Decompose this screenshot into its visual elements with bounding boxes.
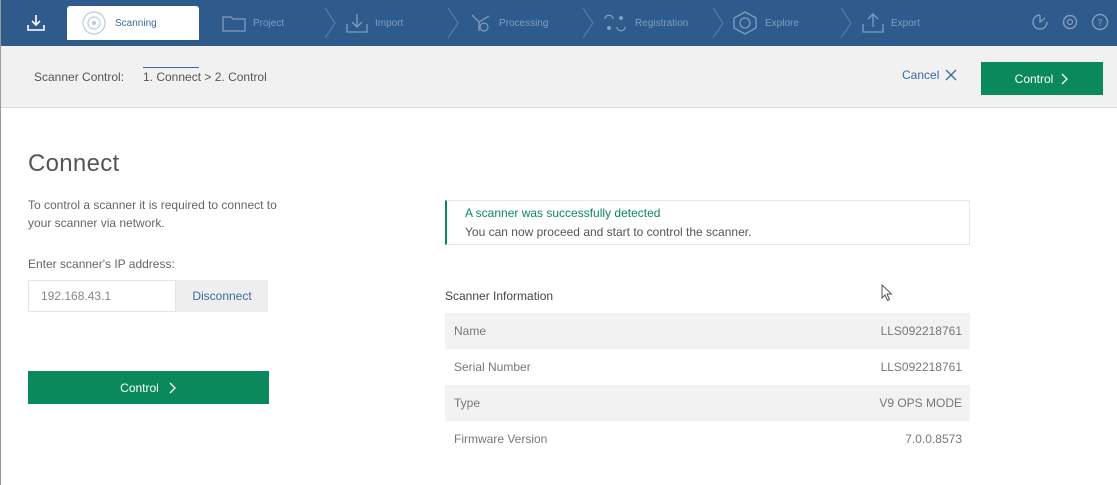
scanner-info-title: Scanner Information [445,289,554,303]
tab-label: Import [375,17,404,29]
tab-registration[interactable]: Registration [601,0,688,46]
scanner-info-table: Name LLS092218761 Serial Number LLS09221… [445,313,970,457]
breadcrumb-separator: > [204,70,212,84]
page-title: Connect [28,150,120,177]
chevron-right-icon [324,7,336,39]
alert-message: You can now proceed and start to control… [465,225,752,239]
tab-processing[interactable]: Processing [469,0,548,46]
cancel-label: Cancel [902,68,940,82]
tab-label: Registration [635,17,689,29]
tab-label: Project [253,17,285,29]
breadcrumb: 1. Connect > 2. Control [143,70,267,84]
tab-label: Export [891,17,920,29]
row-label: Name [454,324,487,338]
help-icon[interactable]: ? [1090,12,1110,32]
mouse-cursor-icon [881,284,893,302]
scanner-icon [81,10,107,36]
tab-label: Processing [499,17,549,29]
download-icon [27,15,45,31]
table-row: Serial Number LLS092218761 [445,349,970,385]
tab-explore[interactable]: Explore [731,0,799,46]
export-icon [861,12,885,34]
row-label: Firmware Version [454,432,548,446]
ip-address-label: Enter scanner's IP address: [28,257,175,271]
row-label: Type [454,396,481,410]
tab-scanning[interactable]: Scanning [67,6,199,40]
chevron-right-icon [582,7,594,39]
tab-project[interactable]: Project [221,0,284,46]
chevron-right-icon [712,7,724,39]
explore-icon [731,10,759,36]
home-button[interactable] [13,8,59,38]
table-row: Type V9 OPS MODE [445,385,970,421]
control-label: Control [120,380,159,395]
disconnect-button[interactable]: Disconnect [176,280,268,312]
success-alert: A scanner was successfully detected You … [445,200,970,245]
row-label: Serial Number [454,360,531,374]
breadcrumb-step-control[interactable]: 2. Control [215,70,267,84]
nav-right-icons: ? [1030,12,1110,32]
folder-icon [221,13,247,33]
app-window: Scanning Project Import Processing Regis… [0,0,1117,485]
table-row: Name LLS092218761 [445,313,970,349]
control-button[interactable]: Control [28,371,269,404]
row-value: LLS092218761 [880,324,962,338]
tab-import[interactable]: Import [345,0,403,46]
table-row: Firmware Version 7.0.0.8573 [445,421,970,457]
close-icon [945,69,957,81]
workflow-nav: Scanning Project Import Processing Regis… [1,0,1117,46]
control-button-header[interactable]: Control [981,62,1103,95]
chevron-right-icon [447,7,459,39]
row-value: 7.0.0.8573 [905,432,962,446]
cancel-button[interactable]: Cancel [902,68,957,82]
chevron-right-icon [840,7,852,39]
settings-icon[interactable] [1060,12,1080,32]
header-label: Scanner Control: [34,70,125,84]
control-label: Control [1014,71,1054,86]
chevron-right-icon [1061,73,1069,84]
connect-description: To control a scanner it is required to c… [28,198,277,230]
chevron-right-icon [169,382,176,393]
ip-address-input[interactable] [28,280,176,312]
scanner-control-header: Scanner Control: 1. Connect > 2. Control… [1,46,1117,108]
registration-icon [601,11,629,35]
sync-icon[interactable] [1030,12,1050,32]
svg-text:?: ? [1097,18,1102,29]
import-icon [345,12,369,34]
row-value: LLS092218761 [880,360,962,374]
tab-export[interactable]: Export [861,0,920,46]
row-value: V9 OPS MODE [879,396,962,410]
tab-label: Scanning [115,17,157,29]
breadcrumb-step-connect[interactable]: 1. Connect [143,70,201,84]
processing-icon [469,12,493,34]
alert-title: A scanner was successfully detected [465,206,661,220]
tab-label: Explore [765,17,799,29]
